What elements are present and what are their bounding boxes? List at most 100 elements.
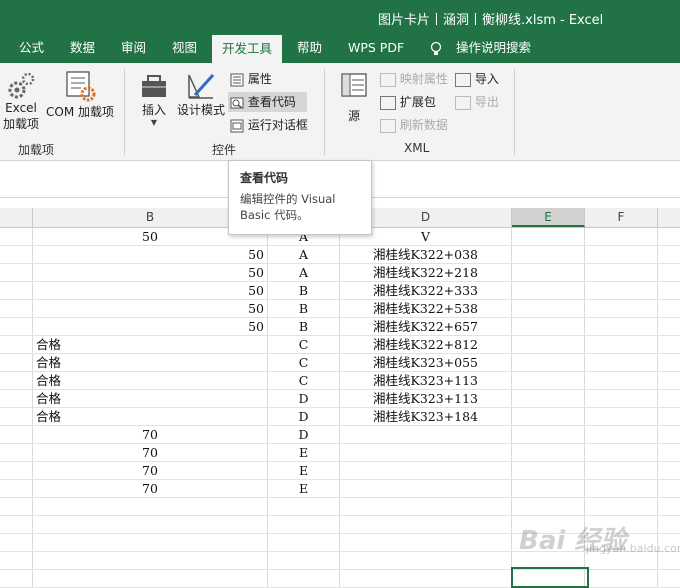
map-properties-icon — [380, 72, 396, 87]
cell-b[interactable]: 合格 — [36, 390, 61, 408]
tab-view[interactable]: 视图 — [172, 33, 197, 63]
source-label: 源 — [347, 109, 360, 123]
cell-b[interactable]: 70 — [33, 462, 267, 480]
tab-formulas[interactable]: 公式 — [19, 33, 44, 63]
refresh-data-label: 刷新数据 — [399, 118, 448, 132]
cell-d[interactable]: 湘桂线K322+812 — [340, 336, 511, 354]
cell-c[interactable]: C — [268, 336, 339, 354]
cell-b[interactable]: 70 — [33, 426, 267, 444]
view-code-button[interactable]: 查看代码 — [228, 92, 307, 112]
chevron-down-icon: ▼ — [150, 118, 158, 127]
expansion-packs-button[interactable]: 扩展包 — [380, 92, 450, 112]
title-bar: 图片卡片丨涵洞丨衡柳线.xlsm - Excel — [0, 0, 680, 33]
column-header-e[interactable]: E — [512, 208, 585, 227]
tab-tell-me-search[interactable]: 操作说明搜索 — [456, 33, 531, 63]
export-icon — [455, 95, 471, 110]
corner-header[interactable] — [0, 208, 33, 227]
group-label-controls: 控件 — [212, 143, 237, 157]
tab-wps-pdf[interactable]: WPS PDF — [348, 33, 404, 63]
cell-c[interactable]: B — [268, 300, 339, 318]
excel-addins-label-2: 加载项 — [2, 117, 39, 131]
cell-b[interactable]: 50 — [33, 246, 264, 264]
tab-data[interactable]: 数据 — [70, 33, 95, 63]
com-addins-label: COM 加载项 — [46, 105, 114, 119]
cell-b[interactable]: 合格 — [36, 354, 61, 372]
cell-d[interactable] — [340, 462, 511, 480]
cell-b[interactable]: 50 — [33, 282, 264, 300]
cell-c[interactable]: D — [268, 408, 339, 426]
xml-source-button[interactable]: 源 — [338, 71, 370, 141]
export-label: 导出 — [474, 95, 499, 109]
group-label-xml: XML — [404, 141, 430, 155]
cell-b[interactable]: 70 — [33, 480, 267, 498]
com-addins-icon — [66, 71, 96, 102]
refresh-data-button[interactable]: 刷新数据 — [380, 115, 450, 135]
properties-button[interactable]: 属性 — [230, 69, 306, 89]
gear-icon — [8, 72, 35, 99]
import-button[interactable]: 导入 — [455, 69, 505, 89]
cell-c[interactable]: C — [268, 372, 339, 390]
com-addins-button[interactable]: COM 加载项 — [44, 71, 116, 141]
run-dialog-label: 运行对话框 — [247, 118, 308, 132]
cell-d[interactable] — [340, 444, 511, 462]
expansion-packs-label: 扩展包 — [399, 95, 436, 109]
cell-d[interactable]: 湘桂线K322+038 — [340, 246, 511, 264]
view-code-tooltip: 查看代码 编辑控件的 Visual Basic 代码。 — [228, 160, 372, 235]
tab-review[interactable]: 审阅 — [121, 33, 146, 63]
cell-d[interactable]: 湘桂线K322+657 — [340, 318, 511, 336]
run-dialog-icon — [230, 119, 244, 132]
cell-b[interactable]: 合格 — [36, 372, 61, 390]
cell-d[interactable]: 湘桂线K323+184 — [340, 408, 511, 426]
cell-c[interactable]: B — [268, 282, 339, 300]
cell-b[interactable]: 50 — [33, 318, 264, 336]
properties-label: 属性 — [247, 72, 272, 86]
active-cell-selection[interactable] — [511, 567, 589, 588]
cell-c[interactable]: B — [268, 318, 339, 336]
cell-d[interactable]: 湘桂线K322+218 — [340, 264, 511, 282]
tab-developer[interactable]: 开发工具 — [212, 35, 283, 63]
cell-c[interactable]: A — [268, 246, 339, 264]
cell-d[interactable]: 湘桂线K323+055 — [340, 354, 511, 372]
cell-b[interactable]: 50 — [33, 300, 264, 318]
tooltip-body: 编辑控件的 Visual Basic 代码。 — [240, 192, 336, 222]
map-properties-button[interactable]: 映射属性 — [380, 69, 450, 89]
cell-d[interactable]: 湘桂线K323+113 — [340, 390, 511, 408]
lightbulb-icon[interactable] — [430, 33, 442, 63]
design-mode-icon — [188, 73, 215, 99]
cell-c[interactable]: E — [268, 462, 339, 480]
ribbon: Excel 加载项 COM 加载项 加载项 插入 ▼ 设计模式 属性 查看代码 … — [0, 63, 680, 161]
cell-b[interactable]: 50 — [33, 264, 264, 282]
column-header-f[interactable]: F — [585, 208, 658, 227]
cell-d[interactable] — [340, 480, 511, 498]
cell-d[interactable]: 湘桂线K323+113 — [340, 372, 511, 390]
xml-source-icon — [341, 73, 367, 97]
cell-d[interactable]: 湘桂线K322+538 — [340, 300, 511, 318]
properties-icon — [230, 73, 244, 86]
group-label-addins: 加载项 — [18, 143, 55, 157]
insert-control-button[interactable]: 插入 ▼ — [136, 71, 172, 141]
cell-c[interactable]: C — [268, 354, 339, 372]
import-icon — [455, 72, 471, 87]
tab-help[interactable]: 帮助 — [297, 33, 322, 63]
cell-c[interactable]: E — [268, 444, 339, 462]
import-label: 导入 — [474, 72, 499, 86]
view-code-label: 查看代码 — [247, 95, 296, 109]
cell-b[interactable]: 合格 — [36, 408, 61, 426]
cell-c[interactable]: D — [268, 390, 339, 408]
cell-d[interactable] — [340, 426, 511, 444]
design-mode-button[interactable]: 设计模式 — [176, 71, 226, 141]
cell-c[interactable]: A — [268, 264, 339, 282]
export-button[interactable]: 导出 — [455, 92, 505, 112]
group-separator — [124, 69, 125, 155]
excel-addins-button[interactable]: Excel 加载项 — [2, 71, 40, 141]
cell-b[interactable]: 合格 — [36, 336, 61, 354]
cell-d[interactable]: 湘桂线K322+333 — [340, 282, 511, 300]
toolbox-icon — [142, 75, 166, 97]
excel-addins-label-1: Excel — [5, 101, 37, 115]
insert-label: 插入 — [141, 103, 166, 117]
cell-c[interactable]: E — [268, 480, 339, 498]
group-separator — [514, 69, 515, 155]
cell-c[interactable]: D — [268, 426, 339, 444]
run-dialog-button[interactable]: 运行对话框 — [230, 115, 314, 135]
cell-b[interactable]: 70 — [33, 444, 267, 462]
